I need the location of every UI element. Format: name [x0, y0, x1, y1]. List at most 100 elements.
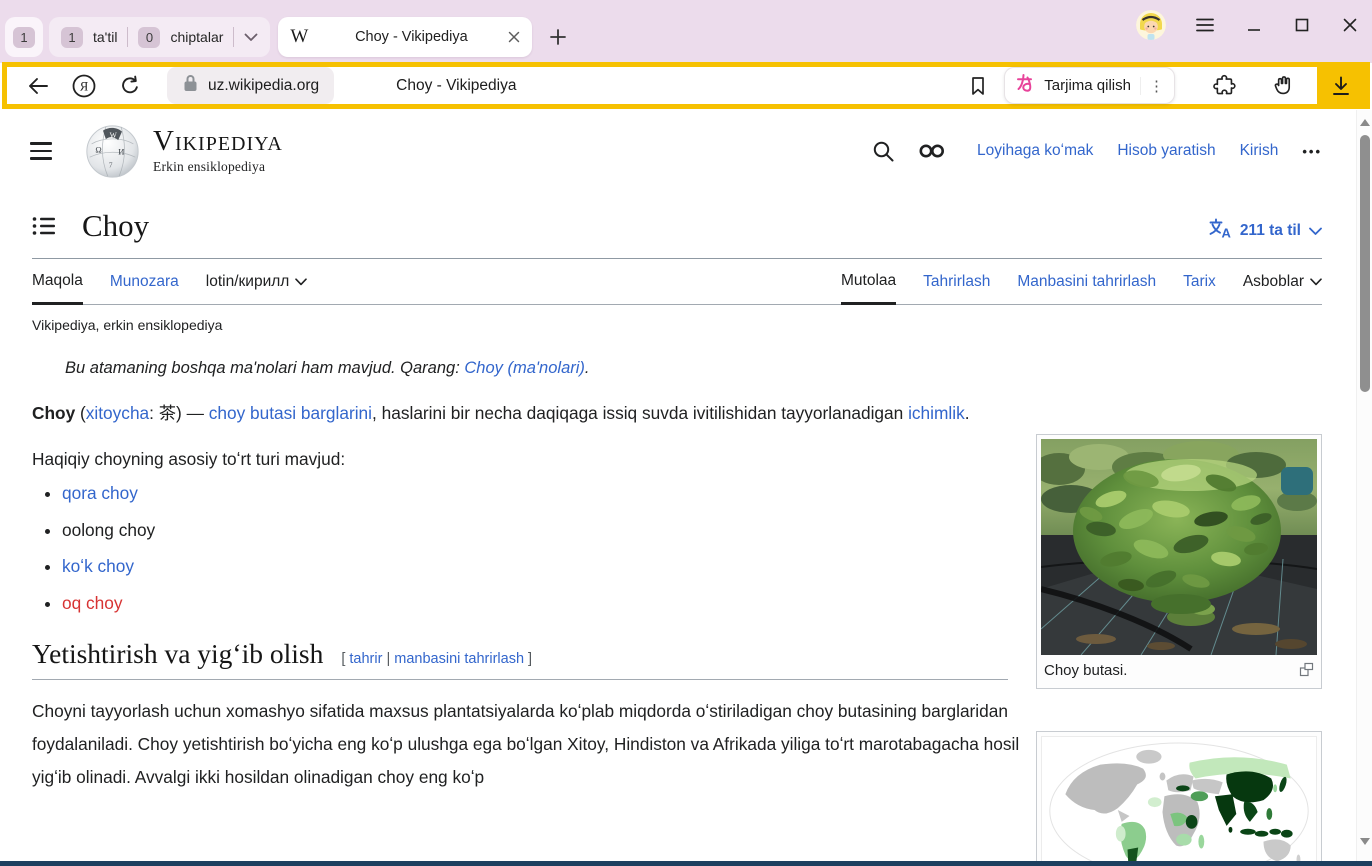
- tab-munozara[interactable]: Munozara: [110, 272, 179, 304]
- site-subtitle: Vikipediya, erkin ensiklopediya: [32, 317, 223, 333]
- translate-button[interactable]: Tarjima qilish ⋮: [1004, 67, 1175, 104]
- wikipedia-logo[interactable]: Ω W И 7 Vikipediya Erkin ensiklopediya: [84, 123, 283, 180]
- chevron-down-icon: [1310, 278, 1322, 286]
- tab-maqola[interactable]: Maqola: [32, 272, 83, 305]
- article-tabs-bar: Maqola Munozara lotin/кирилл Mutolaa Tah…: [32, 259, 1322, 305]
- yandex-button[interactable]: Я: [67, 73, 101, 99]
- yandex-glyph: Я: [80, 79, 88, 93]
- browser-menu-icon[interactable]: [1196, 18, 1214, 32]
- link-choy-butasi[interactable]: choy butasi barglarini: [209, 403, 372, 423]
- scroll-up-arrow[interactable]: [1360, 119, 1370, 126]
- wikipedia-wordmark: Vikipediya: [153, 125, 283, 157]
- tab-tarix[interactable]: Tarix: [1183, 272, 1216, 304]
- hatnote: Bu atamaning boshqa ma'nolari ham mavjud…: [65, 359, 1356, 378]
- svg-text:W: W: [110, 130, 118, 139]
- profile-avatar[interactable]: [1136, 10, 1166, 40]
- bookmark-icon[interactable]: [968, 75, 988, 97]
- tab-group-chiptalar[interactable]: chiptalar: [170, 29, 223, 45]
- wikipedia-favicon: W: [290, 26, 309, 47]
- svg-text:Ω: Ω: [95, 144, 101, 154]
- link-kok-choy[interactable]: koʻk choy: [62, 556, 134, 576]
- variant-label: lotin/кирилл: [205, 273, 290, 290]
- tools-label: Asboblar: [1242, 273, 1304, 290]
- create-account-link[interactable]: Hisob yaratish: [1117, 142, 1215, 160]
- tea-bush-image[interactable]: [1041, 439, 1317, 655]
- group-count-badge: 0: [138, 26, 161, 48]
- tab-tahrirlash[interactable]: Tahrirlash: [923, 272, 990, 304]
- hatnote-link[interactable]: Choy (ma'nolari): [464, 359, 585, 377]
- address-toolbar-highlighted: Я uz.wikipedia.org Choy - Vikipediya Tar…: [2, 62, 1370, 109]
- lead-paragraph: Choy (xitoycha: 茶) — choy butasi barglar…: [32, 397, 1014, 430]
- text-oolong-choy: oolong choy: [62, 519, 156, 540]
- scrollbar-thumb[interactable]: [1360, 135, 1370, 392]
- hand-gesture-icon[interactable]: [1271, 74, 1295, 98]
- tea-bush-thumbnail: Choy butasi.: [1036, 434, 1322, 689]
- lock-icon: [182, 73, 199, 98]
- section-heading-row: Yetishtirish va yigʻib olish [ tahrir | …: [32, 638, 1008, 680]
- article-title-row: Choy A 211 ta til: [32, 208, 1322, 259]
- section-heading: Yetishtirish va yigʻib olish: [32, 637, 324, 669]
- tab-groups-chevron-icon[interactable]: [244, 33, 258, 42]
- text: (: [75, 403, 86, 423]
- url-domain[interactable]: uz.wikipedia.org: [208, 77, 319, 95]
- tab-strip: 1 1 ta'til 0 chiptalar W Choy - Vikipedi…: [0, 0, 1372, 63]
- tea-production-map-thumbnail: [1036, 731, 1322, 861]
- contents-toc-icon[interactable]: [32, 216, 56, 236]
- text: , haslarini bir necha daqiqaga issiq suv…: [372, 403, 909, 423]
- tab-group-tatil[interactable]: ta'til: [93, 29, 117, 45]
- divider: [127, 27, 129, 47]
- thumbnail-caption: Choy butasi.: [1044, 662, 1128, 679]
- main-menu-icon[interactable]: [30, 142, 52, 160]
- minimize-button[interactable]: [1246, 17, 1262, 33]
- vertical-scrollbar[interactable]: [1356, 110, 1372, 861]
- page-title: Choy: [82, 208, 150, 243]
- tab-count-badge: 1: [13, 26, 35, 48]
- back-button[interactable]: [21, 75, 55, 97]
- tab-manbasini-tahrirlash[interactable]: Manbasini tahrirlash: [1017, 272, 1156, 304]
- edit-source-link[interactable]: manbasini tahrirlash: [394, 651, 524, 667]
- text: : 茶) —: [149, 403, 209, 423]
- redlink-oq-choy[interactable]: oq choy: [62, 593, 123, 613]
- tab-variant-selector[interactable]: lotin/кирилл: [206, 272, 308, 304]
- site-info-pill[interactable]: uz.wikipedia.org: [167, 67, 335, 104]
- browser-window: 1 1 ta'til 0 chiptalar W Choy - Vikipedi…: [0, 0, 1372, 866]
- extensions-puzzle-icon[interactable]: [1213, 74, 1237, 98]
- search-icon[interactable]: [872, 140, 895, 163]
- wikipedia-tagline: Erkin ensiklopediya: [153, 159, 266, 174]
- download-icon[interactable]: [1330, 75, 1352, 97]
- language-icon: A: [1207, 218, 1232, 244]
- wikipedia-header: Ω W И 7 Vikipediya Erkin ensiklopediya L…: [0, 110, 1356, 188]
- reload-button[interactable]: [113, 74, 147, 98]
- close-tab-icon[interactable]: [508, 31, 520, 43]
- language-selector-button[interactable]: A 211 ta til: [1207, 218, 1322, 244]
- group-count-badge: 1: [61, 26, 83, 48]
- link-ichimlik[interactable]: ichimlik: [908, 403, 965, 423]
- world-map-image[interactable]: [1044, 739, 1314, 861]
- new-tab-button[interactable]: [542, 21, 574, 53]
- expand-thumbnail-icon[interactable]: [1299, 662, 1314, 681]
- close-window-button[interactable]: [1342, 17, 1358, 33]
- link-xitoycha[interactable]: xitoycha: [86, 403, 149, 423]
- donate-link[interactable]: Loyihaga koʻmak: [977, 142, 1093, 160]
- login-link[interactable]: Kirish: [1240, 142, 1279, 160]
- svg-text:И: И: [118, 146, 124, 156]
- language-count-label: 211 ta til: [1239, 222, 1301, 239]
- pinned-tab[interactable]: 1: [5, 17, 43, 57]
- maximize-button[interactable]: [1294, 17, 1310, 33]
- edit-section-links: [ tahrir | manbasini tahrirlash ]: [341, 651, 532, 667]
- tab-mutolaa[interactable]: Mutolaa: [841, 272, 897, 305]
- downloads-zone: [1317, 67, 1365, 104]
- appearance-glasses-icon[interactable]: [919, 144, 945, 158]
- active-tab[interactable]: W Choy - Vikipediya: [278, 17, 533, 57]
- svg-text:7: 7: [109, 160, 113, 169]
- tab-asboblar[interactable]: Asboblar: [1243, 272, 1322, 304]
- tab-title: Choy - Vikipediya: [355, 29, 468, 45]
- scroll-down-arrow[interactable]: [1360, 838, 1370, 845]
- hatnote-period: .: [584, 359, 590, 377]
- tab-group-bar: 1 ta'til 0 chiptalar: [49, 17, 271, 57]
- toolbar-page-title[interactable]: Choy - Vikipediya: [396, 77, 516, 95]
- translate-menu-icon[interactable]: ⋮: [1140, 76, 1164, 95]
- edit-link[interactable]: tahrir: [349, 651, 382, 667]
- more-options-icon[interactable]: •••: [1302, 144, 1322, 159]
- link-qora-choy[interactable]: qora choy: [62, 483, 138, 503]
